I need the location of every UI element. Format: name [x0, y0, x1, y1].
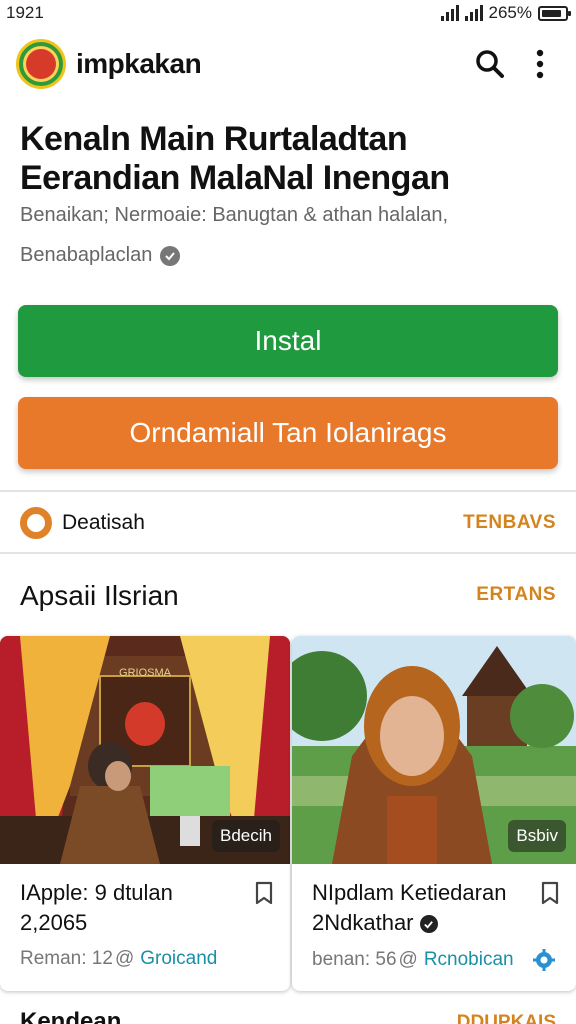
battery-icon: [538, 5, 571, 21]
search-icon[interactable]: [470, 44, 510, 84]
status-bar: 1921 265%: [0, 0, 576, 26]
publisher-row[interactable]: Benabaplaclan: [20, 244, 181, 267]
at-icon: @: [398, 949, 418, 970]
battery-percent: 265%: [488, 3, 532, 22]
card-badge: Bdecih: [212, 820, 280, 852]
card-footer: Reman: 12 @ Groicand: [20, 948, 280, 970]
status-icons: 265%: [440, 3, 571, 23]
row-label: Deatisah: [62, 511, 145, 534]
section-title: Apsaii Ilsrian: [20, 580, 179, 611]
card-image: GRIOSMA Bdecih: [0, 636, 290, 864]
app-name: impkakan: [76, 48, 202, 79]
status-time: 1921: [6, 3, 44, 22]
donut-icon: [20, 507, 52, 539]
next-section-title: Kendean: [20, 1008, 122, 1024]
verified-icon: [419, 915, 438, 934]
article-card[interactable]: GRIOSMA Bdecih IApple: 9 dtulan 2,2065 R…: [0, 636, 290, 991]
section-link[interactable]: ERTANS: [476, 584, 556, 606]
card-title: IApple: 9 dtulan 2,2065: [20, 880, 173, 935]
app-bar: impkakan: [0, 36, 576, 92]
divider: [0, 490, 576, 492]
verified-icon: [160, 245, 181, 266]
publisher-name: Benabaplaclan: [20, 244, 153, 266]
card-meta: Reman: 12: [20, 948, 113, 969]
bookmark-icon[interactable]: [252, 880, 276, 906]
article-card[interactable]: Bsbiv NIpdlam Ketiedaran 2Ndkathar benan…: [292, 636, 576, 991]
card-meta: benan: 56: [312, 949, 397, 970]
card-source[interactable]: Groicand: [140, 948, 217, 970]
signal-icon: [440, 5, 459, 21]
card-title-text: NIpdlam Ketiedaran 2Ndkathar: [312, 880, 507, 935]
settings-icon[interactable]: [532, 948, 556, 972]
signal-icon-2: [464, 5, 483, 21]
divider: [0, 552, 576, 554]
bookmark-icon[interactable]: [538, 880, 562, 906]
card-badge: Bsbiv: [508, 820, 566, 852]
page-title: Kenaln Main Rurtaladtan Eerandian MalaNa…: [20, 120, 450, 197]
card-title: NIpdlam Ketiedaran 2Ndkathar: [312, 878, 532, 938]
secondary-action-button[interactable]: Orndamiall Tan Iolanirags: [18, 397, 558, 469]
at-icon: @: [114, 948, 135, 969]
card-image-caption: GRIOSMA: [119, 667, 172, 679]
install-button[interactable]: Instal: [18, 305, 558, 377]
list-item[interactable]: Deatisah TENBAVS: [0, 500, 576, 546]
more-vert-icon[interactable]: [520, 44, 560, 84]
row-link[interactable]: TENBAVS: [463, 512, 556, 534]
card-source[interactable]: Rcnobican: [424, 949, 514, 971]
card-footer: benan: 56 @ Rcnobican: [312, 948, 566, 972]
app-logo: [16, 39, 66, 89]
next-section-link[interactable]: DDUPKAIS: [457, 1012, 556, 1024]
card-image: Bsbiv: [292, 636, 576, 864]
app-meta: Benaikan; Nermoaie: Banugtan & athan hal…: [20, 204, 449, 226]
